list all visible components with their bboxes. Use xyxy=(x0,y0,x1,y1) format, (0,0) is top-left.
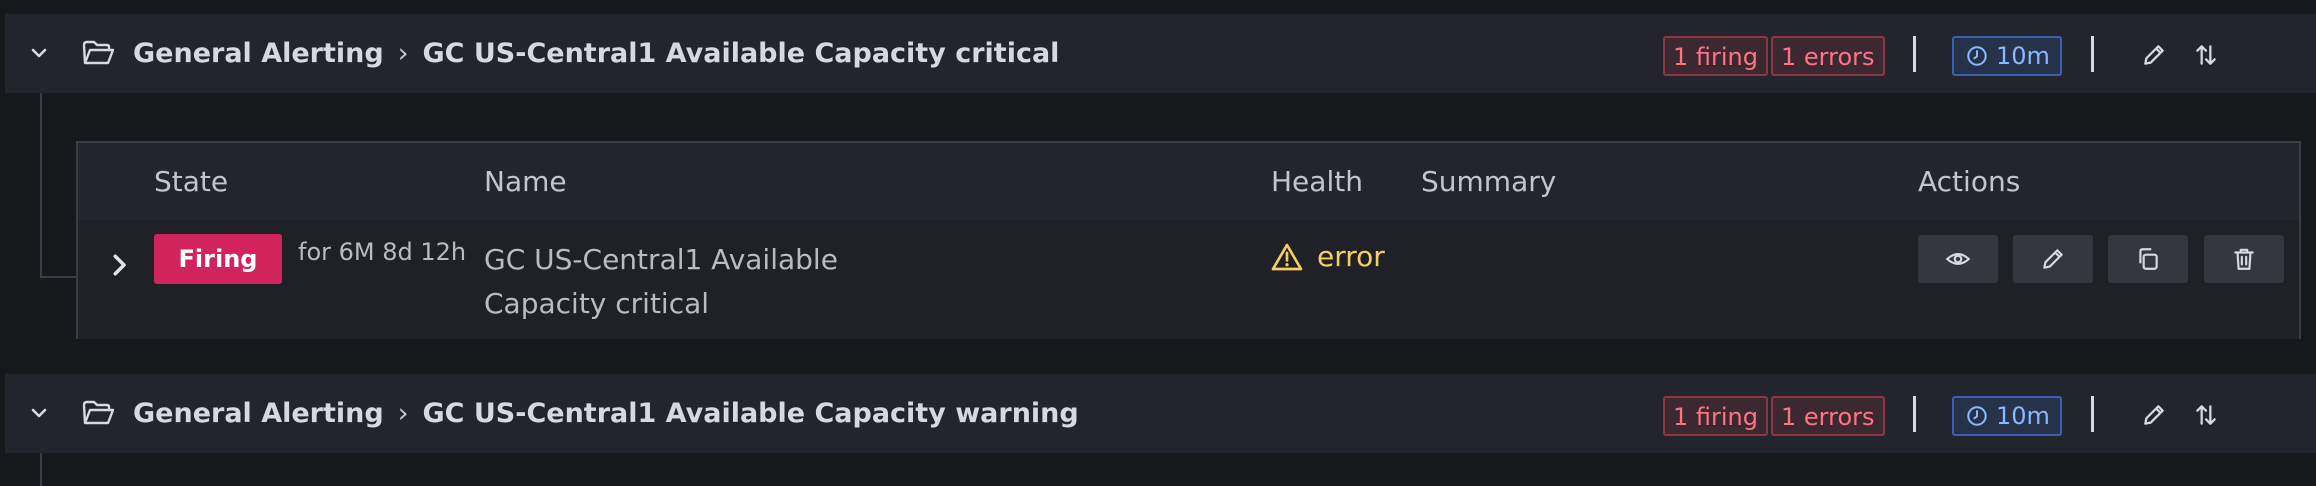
table-header: State Name Health Summary Actions xyxy=(78,143,2299,220)
rules-table: State Name Health Summary Actions Firing… xyxy=(76,141,2301,339)
column-header-name: Name xyxy=(484,165,567,198)
column-header-summary: Summary xyxy=(1421,165,1557,198)
tree-connector xyxy=(40,276,78,278)
duplicate-rule-button[interactable] xyxy=(2108,235,2188,283)
rule-name-line: Capacity critical xyxy=(484,287,710,320)
group-title: General Alerting › GC US-Central1 Availabl… xyxy=(133,14,1059,93)
view-rule-button[interactable] xyxy=(1918,235,1998,283)
edit-group-button[interactable] xyxy=(2138,39,2170,71)
health-label: error xyxy=(1317,240,1385,273)
rule-group-header: General Alerting › GC US-Central1 Availabl… xyxy=(5,14,2316,93)
column-header-state: State xyxy=(154,165,229,198)
rule-name: GC US-Central1 Available Capacity critic… xyxy=(484,238,904,326)
column-header-actions: Actions xyxy=(1918,165,2021,198)
evaluation-interval-badge: 10m xyxy=(1952,36,2062,76)
divider xyxy=(1913,36,1916,72)
interval-label: 10m xyxy=(1996,402,2050,430)
pencil-icon xyxy=(2144,405,2164,425)
sort-arrows-icon xyxy=(2196,405,2216,425)
health-status: error xyxy=(1271,240,1385,273)
evaluation-interval-badge: 10m xyxy=(1952,396,2062,436)
column-header-health: Health xyxy=(1271,165,1363,198)
divider xyxy=(2091,36,2094,72)
breadcrumb-separator: › xyxy=(397,38,409,69)
rule-group-header: General Alerting › GC US-Central1 Availabl… xyxy=(5,374,2316,453)
firing-badge: 1 firing xyxy=(1663,396,1768,436)
group-title: General Alerting › GC US-Central1 Availabl… xyxy=(133,374,1079,453)
state-duration: for 6M 8d 12h xyxy=(298,238,467,266)
copy-icon xyxy=(2139,248,2158,270)
breadcrumb-separator: › xyxy=(397,398,409,429)
firing-badge: 1 firing xyxy=(1663,36,1768,76)
warning-triangle-icon xyxy=(1271,243,1303,270)
eye-icon xyxy=(1945,253,1971,265)
edit-rule-button[interactable] xyxy=(2013,235,2093,283)
chevron-down-icon[interactable] xyxy=(27,401,51,425)
clock-icon xyxy=(1967,46,1987,66)
clock-icon xyxy=(1967,406,1987,426)
tree-connector xyxy=(40,93,42,278)
chevron-right-icon[interactable] xyxy=(104,250,134,280)
delete-rule-button[interactable] xyxy=(2204,235,2284,283)
reorder-button[interactable] xyxy=(2190,399,2222,431)
edit-group-button[interactable] xyxy=(2138,399,2170,431)
trash-icon xyxy=(2234,248,2254,270)
reorder-button[interactable] xyxy=(2190,39,2222,71)
divider xyxy=(1913,396,1916,432)
namespace-label[interactable]: General Alerting xyxy=(133,38,384,69)
rule-group-name: GC US-Central1 Available Capacity critic… xyxy=(422,38,1060,69)
sort-arrows-icon xyxy=(2196,45,2216,65)
chevron-down-icon[interactable] xyxy=(27,41,51,65)
rule-name-line: GC US-Central1 Available xyxy=(484,243,838,276)
tree-connector xyxy=(40,453,42,486)
namespace-label[interactable]: General Alerting xyxy=(133,398,384,429)
divider xyxy=(2091,396,2094,432)
errors-badge: 1 errors xyxy=(1771,36,1885,76)
rule-group-name: GC US-Central1 Available Capacity warnin… xyxy=(422,398,1079,429)
pencil-icon xyxy=(2144,45,2164,65)
folder-open-icon xyxy=(82,400,114,425)
state-badge-firing: Firing xyxy=(154,234,282,284)
errors-badge: 1 errors xyxy=(1771,396,1885,436)
table-row: Firing for 6M 8d 12h GC US-Central1 Avai… xyxy=(78,220,2299,339)
folder-open-icon xyxy=(82,40,114,65)
interval-label: 10m xyxy=(1996,42,2050,70)
pencil-icon xyxy=(2043,249,2063,269)
